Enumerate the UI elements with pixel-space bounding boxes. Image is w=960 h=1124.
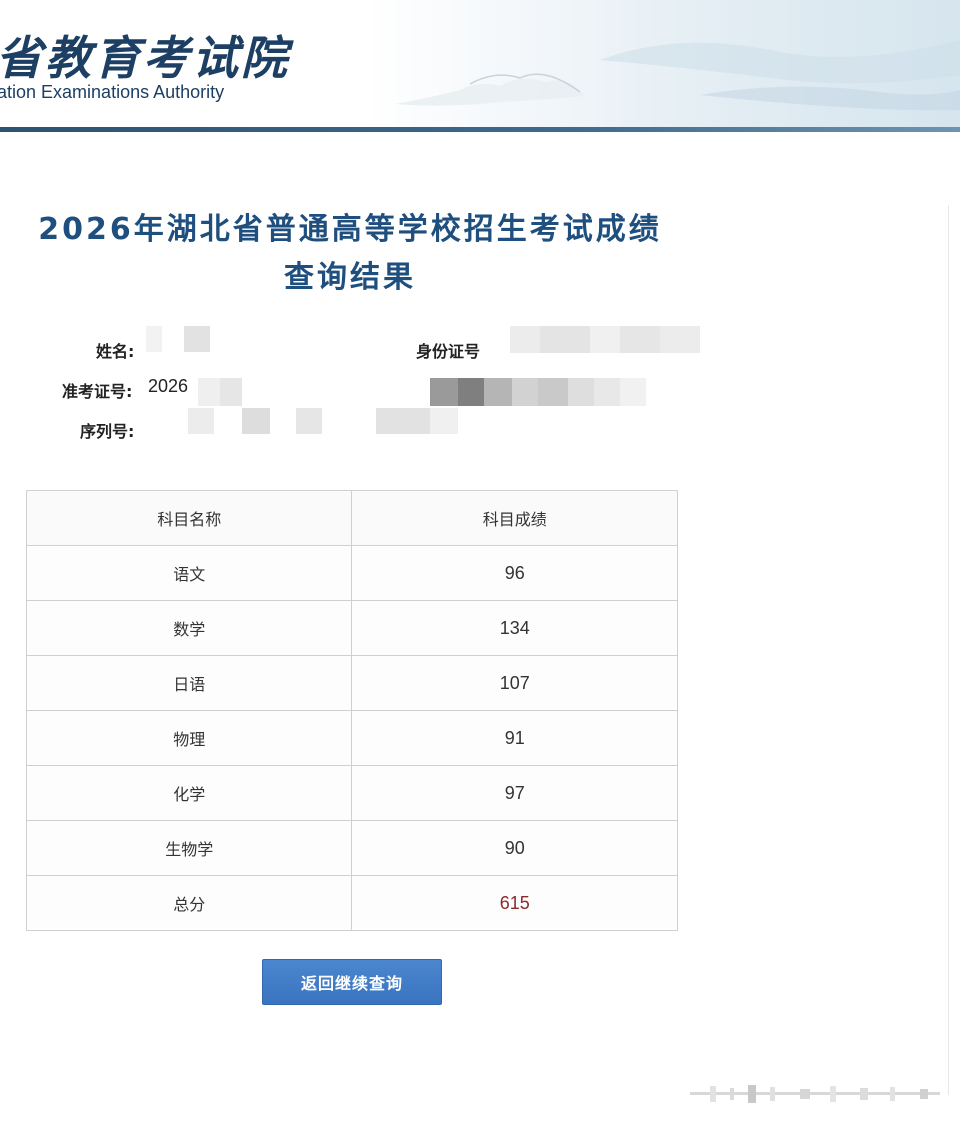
subject-cell: 数学 (25, 600, 353, 656)
table-row: 生物学 90 (25, 820, 678, 876)
subject-cell: 语文 (25, 545, 353, 601)
site-header: 省教育考试院 ation Examinations Authority (0, 0, 960, 128)
name-redacted-value (146, 326, 216, 352)
header-divider (0, 127, 960, 132)
watermark-icon (690, 1085, 940, 1103)
page-title-line1: 2026年湖北省普通高等学校招生考试成绩 (38, 212, 662, 247)
subject-cell: 化学 (25, 765, 353, 821)
table-row: 日语 107 (25, 655, 678, 711)
page-title-line2: 查询结果 (284, 260, 416, 295)
exam-number-value: 2026 (148, 376, 189, 396)
score-cell: 91 (351, 710, 678, 766)
total-row: 总分 615 (25, 875, 678, 931)
score-result-page: 省教育考试院 ation Examinations Authority 2026… (0, 0, 960, 1124)
exam-number-redacted-part2 (430, 378, 646, 406)
column-header-score: 科目成绩 (351, 490, 678, 546)
score-cell: 96 (351, 545, 678, 601)
exam-number-redacted-part1 (198, 378, 242, 406)
site-subtitle: ation Examinations Authority (0, 82, 225, 102)
subject-cell: 生物学 (25, 820, 353, 876)
column-header-subject: 科目名称 (25, 490, 353, 546)
id-card-label: 身份证号 (416, 342, 481, 361)
table-header-row: 科目名称 科目成绩 (25, 490, 678, 546)
subject-cell: 日语 (25, 655, 353, 711)
back-to-query-button[interactable]: 返回继续查询 (262, 959, 442, 1005)
id-card-redacted-value (510, 326, 700, 353)
total-score-cell: 615 (351, 875, 678, 931)
page-edge-divider (948, 205, 949, 1095)
exam-number-label: 准考证号: (62, 382, 133, 401)
serial-label: 序列号: (80, 422, 135, 441)
total-label-cell: 总分 (25, 875, 353, 931)
serial-redacted-value (188, 408, 458, 434)
table-row: 化学 97 (25, 765, 678, 821)
score-cell: 97 (351, 765, 678, 821)
table-row: 物理 91 (25, 710, 678, 766)
score-cell: 134 (351, 600, 678, 656)
subject-cell: 物理 (25, 710, 353, 766)
score-cell: 107 (351, 655, 678, 711)
name-label: 姓名: (96, 342, 135, 361)
table-row: 数学 134 (25, 600, 678, 656)
score-cell: 90 (351, 820, 678, 876)
site-title: 省教育考试院 (0, 31, 290, 85)
page-title: 2026年湖北省普通高等学校招生考试成绩 查询结果 (0, 206, 700, 302)
table-row: 语文 96 (25, 545, 678, 601)
score-table: 科目名称 科目成绩 语文 96 数学 134 日语 107 物理 91 化学 9… (25, 490, 678, 931)
